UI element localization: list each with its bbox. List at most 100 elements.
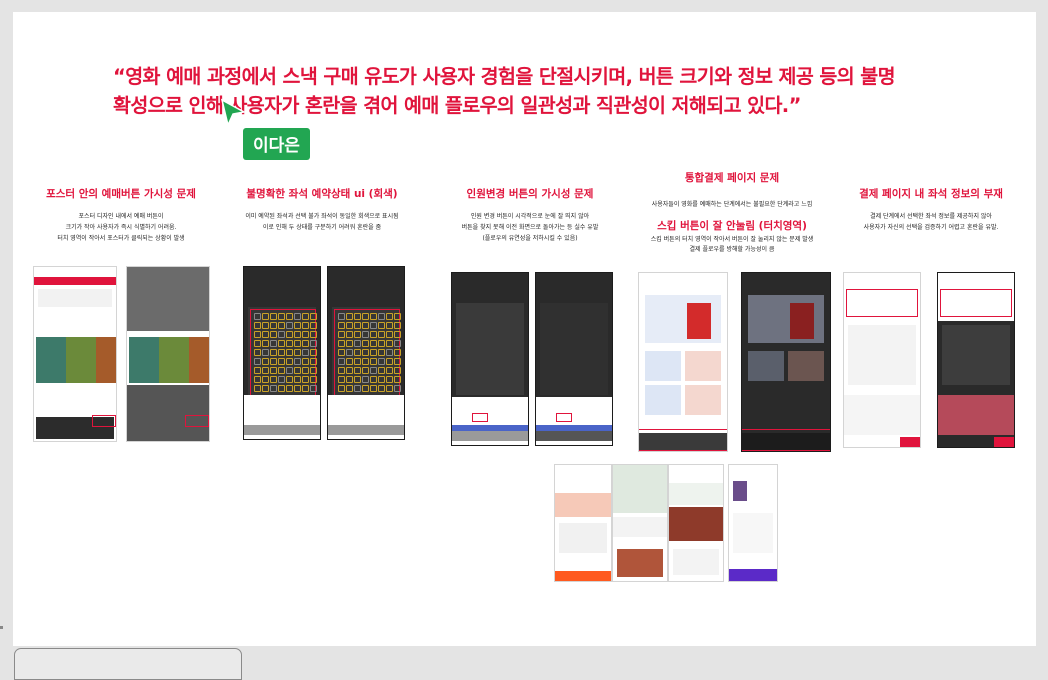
seat-cell [386, 340, 393, 347]
section-title: 포스터 안의 예매버튼 가시성 문제 [46, 188, 196, 200]
seat-cell [394, 367, 401, 374]
seat-cell [278, 367, 285, 374]
reference-screen-1 [554, 464, 612, 582]
seat-cell [394, 331, 401, 338]
seat-cell [354, 349, 361, 356]
section-description: 사용자들이 영화를 예매하는 단계에서는 불필요한 단계라고 느낌 [651, 201, 813, 208]
seat-cell [302, 385, 309, 392]
seat-cell [310, 385, 317, 392]
seat-cell [346, 322, 353, 329]
seat-cell [346, 385, 353, 392]
seat-cell [302, 376, 309, 383]
seat-cell [262, 313, 269, 320]
seat-cell [354, 322, 361, 329]
seat-cell [262, 385, 269, 392]
seat-cell [338, 331, 345, 338]
seat-cell [286, 331, 293, 338]
seat-cell [378, 322, 385, 329]
seat-cell [302, 367, 309, 374]
quote-line-1: “영화 예매 과정에서 스낵 구매 유도가 사용자 경험을 단절시키며, 버튼 … [113, 65, 896, 88]
seat-cell [338, 358, 345, 365]
seat-cell [294, 322, 301, 329]
seat-cell [278, 331, 285, 338]
seat-cell [270, 349, 277, 356]
seat-cell [338, 367, 345, 374]
screenshot-snack-store-dimmed [741, 272, 831, 452]
seat-cell [310, 322, 317, 329]
seat-cell [394, 385, 401, 392]
seat-cell [362, 367, 369, 374]
screenshot-headcount-1 [451, 272, 529, 446]
seat-cell [278, 376, 285, 383]
seat-cell [394, 358, 401, 365]
seat-cell [346, 313, 353, 320]
seat-cell [262, 340, 269, 347]
seat-cell [386, 313, 393, 320]
reference-screen-4 [728, 464, 778, 582]
seat-cell [278, 358, 285, 365]
seat-cell [254, 385, 261, 392]
seat-cell [254, 313, 261, 320]
collaborator-cursor-icon [220, 98, 246, 128]
seat-cell [294, 313, 301, 320]
seat-cell [302, 322, 309, 329]
seat-cell [378, 358, 385, 365]
seat-cell [338, 340, 345, 347]
reference-screen-2 [612, 464, 668, 582]
section-description: 인원 변경 버튼이 시각적으로 눈에 잘 띄지 않아 버튼을 찾지 못해 이전 … [461, 213, 599, 242]
seat-cell [270, 367, 277, 374]
seat-cell [362, 385, 369, 392]
screenshot-payment-1 [843, 272, 921, 448]
seat-cell [270, 358, 277, 365]
seat-cell [362, 376, 369, 383]
seat-cell [386, 322, 393, 329]
screenshot-seatmap-1 [243, 266, 321, 440]
screenshot-home-dimmed [126, 266, 210, 442]
seat-cell [270, 376, 277, 383]
seat-cell [354, 340, 361, 347]
seat-cell [346, 358, 353, 365]
seat-cell [262, 376, 269, 383]
seat-cell [294, 385, 301, 392]
seat-cell [362, 331, 369, 338]
seat-cell [302, 331, 309, 338]
seat-cell [346, 376, 353, 383]
seat-cell [254, 367, 261, 374]
seat-cell [362, 322, 369, 329]
seat-cell [262, 331, 269, 338]
bottom-frame-tab[interactable] [14, 648, 242, 680]
collaborator-name-tag: 이다은 [243, 128, 310, 160]
seat-cell [270, 322, 277, 329]
section-description: 결제 단계에서 선택한 좌석 정보를 제공하지 않아 사용자가 자신의 선택을 … [863, 213, 999, 231]
seat-cell [286, 385, 293, 392]
screenshot-snack-store [638, 272, 728, 452]
seat-cell [286, 358, 293, 365]
seat-cell [362, 340, 369, 347]
seat-cell [370, 331, 377, 338]
seat-cell [310, 367, 317, 374]
seat-cell [362, 358, 369, 365]
screenshot-headcount-2 [535, 272, 613, 446]
seat-cell [394, 340, 401, 347]
seat-cell [262, 358, 269, 365]
seat-cell [370, 385, 377, 392]
seat-cell [346, 367, 353, 374]
section-description: 이미 예약된 좌석과 선택 불가 좌석이 동일한 회색으로 표시됨 이로 인해 … [245, 213, 399, 231]
seat-cell [294, 349, 301, 356]
seat-cell [370, 349, 377, 356]
seat-cell [378, 385, 385, 392]
seat-cell [394, 349, 401, 356]
seat-cell [294, 331, 301, 338]
seat-cell [278, 385, 285, 392]
seat-cell [302, 313, 309, 320]
section-seat-info-missing: 결제 페이지 내 좌석 정보의 부재 결제 단계에서 선택한 좌석 정보를 제공… [836, 186, 1026, 233]
seat-cell [262, 367, 269, 374]
seat-cell [254, 358, 261, 365]
section-title: 인원변경 버튼의 가시성 문제 [466, 188, 594, 200]
seat-cell [254, 349, 261, 356]
seat-cell [378, 376, 385, 383]
seat-cell [302, 358, 309, 365]
section-subtitle: 스킵 버튼이 잘 안눌림 (터치영역) [657, 220, 807, 232]
section-title: 불명확한 좌석 예약상태 ui (회색) [246, 188, 398, 200]
screenshot-home-light [33, 266, 117, 442]
